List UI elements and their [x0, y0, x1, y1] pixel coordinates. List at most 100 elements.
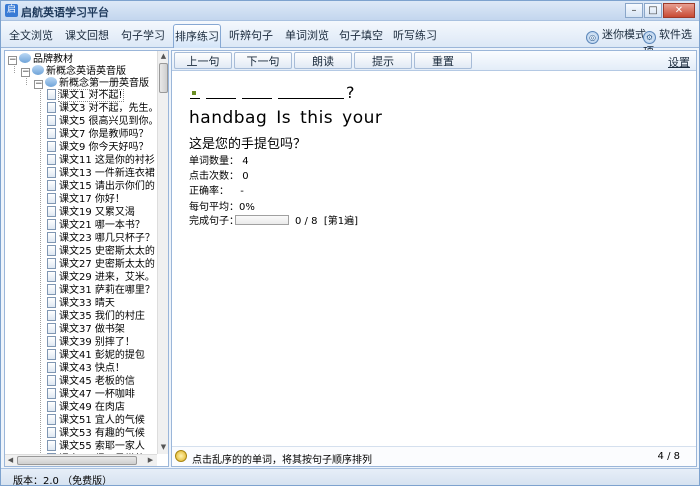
document-icon: [47, 141, 56, 152]
lesson-item[interactable]: 课文33 晴天: [47, 297, 115, 310]
collapse-icon[interactable]: −: [21, 68, 30, 77]
scroll-up-arrow-icon[interactable]: ▲: [158, 51, 168, 62]
lesson-item[interactable]: 课文41 彭妮的提包: [47, 349, 145, 362]
word-tile[interactable]: Is: [276, 108, 291, 128]
collapse-icon[interactable]: −: [34, 80, 43, 89]
tab-listen-sentence[interactable]: 听辨句子: [225, 24, 277, 48]
document-icon: [47, 245, 56, 256]
collapse-icon[interactable]: −: [8, 56, 17, 65]
lesson-item[interactable]: 课文43 快点！: [47, 362, 125, 375]
lesson-item[interactable]: 课文39 别摔了！: [47, 336, 135, 349]
tab-text-recall[interactable]: 课文回想: [61, 24, 113, 48]
lesson-label: 课文1 对不起!: [58, 89, 124, 102]
lesson-item[interactable]: 课文19 又累又渴: [47, 206, 135, 219]
tab-full-text[interactable]: 全文浏览: [5, 24, 57, 48]
stat-value: 0: [242, 171, 249, 182]
lesson-label: 课文39 别摔了！: [59, 337, 135, 348]
word-tile[interactable]: handbag: [189, 108, 267, 128]
tab-dictation[interactable]: 听写练习: [389, 24, 441, 48]
scroll-down-arrow-icon[interactable]: ▼: [158, 442, 168, 453]
scroll-left-arrow-icon[interactable]: ◀: [5, 455, 16, 466]
lesson-item[interactable]: 课文37 做书架: [47, 323, 125, 336]
hint-bar: 点击乱序的的单词，将其按句子顺序排列 4 / 8: [172, 446, 696, 466]
tree-series-label: 新概念英语英音版: [46, 66, 126, 77]
mini-mode-button[interactable]: ◎ 迷你模式: [586, 27, 646, 44]
tab-sentence-study[interactable]: 句子学习: [117, 24, 169, 48]
answer-blanks: ?: [190, 83, 490, 103]
lesson-item[interactable]: 课文47 一杯咖啡: [47, 388, 135, 401]
document-icon: [47, 310, 56, 321]
stat-round: [第1遍]: [323, 216, 358, 227]
options-button[interactable]: ⚙软件选项: [643, 27, 699, 58]
next-sentence-button[interactable]: 下一句: [234, 52, 292, 69]
hint-button[interactable]: 提示: [354, 52, 412, 69]
version-text: 版本：2.0 （免费版）: [13, 476, 113, 486]
lesson-item[interactable]: 课文5 很高兴见到你。: [47, 115, 157, 128]
settings-link[interactable]: 设置: [668, 54, 690, 70]
document-icon: [47, 388, 56, 399]
maximize-button[interactable]: □: [644, 3, 662, 18]
title-bar[interactable]: 启 启航英语学习平台 – □ ✕: [1, 1, 699, 21]
lesson-item[interactable]: 课文11 这是你的衬衫: [47, 154, 155, 167]
document-icon: [47, 167, 56, 178]
lesson-item[interactable]: 课文23 哪几只杯子？: [47, 232, 155, 245]
word-tile[interactable]: your: [342, 108, 382, 128]
close-button[interactable]: ✕: [663, 3, 695, 18]
lesson-label: 课文47 一杯咖啡: [59, 389, 135, 400]
document-icon: [47, 323, 56, 334]
tree-vertical-scrollbar[interactable]: ▲ ▼: [157, 51, 168, 454]
exercise-panel: 上一句 下一句 朗读 提示 重置 设置 ? handbag Is this your …: [171, 50, 697, 467]
lesson-item[interactable]: 课文35 我们的村庄: [47, 310, 145, 323]
document-icon: [47, 128, 56, 139]
document-icon: [47, 206, 56, 217]
stat-label: 完成句子：: [189, 216, 239, 227]
lesson-item[interactable]: 课文31 萨莉在哪里？: [47, 284, 155, 297]
sentence-page-counter: 4 / 8: [657, 451, 680, 462]
answer-blank: [242, 98, 272, 99]
lesson-item[interactable]: 课文15 请出示你们的: [47, 180, 155, 193]
lesson-item[interactable]: 课文17 你好！: [47, 193, 125, 206]
stat-clicks: 点击次数： 0: [189, 170, 249, 183]
tab-sentence-fill[interactable]: 句子填空: [335, 24, 387, 48]
lesson-label: 课文17 你好！: [59, 194, 125, 205]
lesson-item[interactable]: 课文55 索耶一家人: [47, 440, 145, 453]
prev-sentence-button[interactable]: 上一句: [174, 52, 232, 69]
read-aloud-button[interactable]: 朗读: [294, 52, 352, 69]
lesson-label: 课文49 在肉店: [59, 402, 125, 413]
course-tree-panel: − 品牌教材 − 新概念英语英音版 − 新概念第一册英音版 课文1 对不起! 课文3 对…: [4, 50, 169, 467]
sentence-translation: 这是您的手提包吗？: [189, 137, 307, 152]
minimize-button[interactable]: –: [625, 3, 643, 18]
lesson-label: 课文37 做书架: [59, 324, 125, 335]
lesson-item[interactable]: 课文21 哪一本书？: [47, 219, 145, 232]
hint-text: 点击乱序的的单词，将其按句子顺序排列: [192, 455, 372, 466]
lesson-item[interactable]: 课文53 有趣的气候: [47, 427, 145, 440]
scroll-right-arrow-icon[interactable]: ▶: [145, 455, 156, 466]
lesson-item[interactable]: 课文9 你今天好吗？: [47, 141, 149, 154]
lesson-item[interactable]: 课文1 对不起!: [47, 89, 124, 102]
lesson-item[interactable]: 课文7 你是教师吗？: [47, 128, 149, 141]
lesson-item[interactable]: 课文25 史密斯太太的: [47, 245, 155, 258]
tree-root-label: 品牌教材: [33, 54, 73, 65]
lesson-item[interactable]: 课文3 对不起，先生。: [47, 102, 157, 115]
document-icon: [47, 102, 56, 113]
tab-word-browse[interactable]: 单词浏览: [281, 24, 333, 48]
lesson-item[interactable]: 课文51 宜人的气候: [47, 414, 145, 427]
lesson-label: 课文15 请出示你们的: [59, 181, 155, 192]
lesson-item[interactable]: 课文49 在肉店: [47, 401, 125, 414]
lesson-item[interactable]: 课文45 老板的信: [47, 375, 135, 388]
lesson-item[interactable]: 课文27 史密斯太太的: [47, 258, 155, 271]
lesson-label: 课文45 老板的信: [59, 376, 135, 387]
scroll-thumb[interactable]: [159, 63, 168, 93]
mini-mode-label: 迷你模式: [602, 28, 646, 41]
reset-button[interactable]: 重置: [414, 52, 472, 69]
tree-horizontal-scrollbar[interactable]: ◀ ▶: [5, 454, 157, 466]
lesson-item[interactable]: 课文13 一件新连衣裙: [47, 167, 155, 180]
word-tile[interactable]: this: [300, 108, 333, 128]
status-bar: 版本：2.0 （免费版）: [1, 468, 699, 486]
stat-value: 0%: [239, 202, 255, 213]
scroll-thumb[interactable]: [17, 456, 137, 465]
document-icon: [47, 440, 56, 451]
lesson-item[interactable]: 课文29 进来，艾米。: [47, 271, 155, 284]
lesson-label: 课文21 哪一本书？: [59, 220, 145, 231]
tab-sorting-practice[interactable]: 排序练习: [173, 24, 221, 48]
